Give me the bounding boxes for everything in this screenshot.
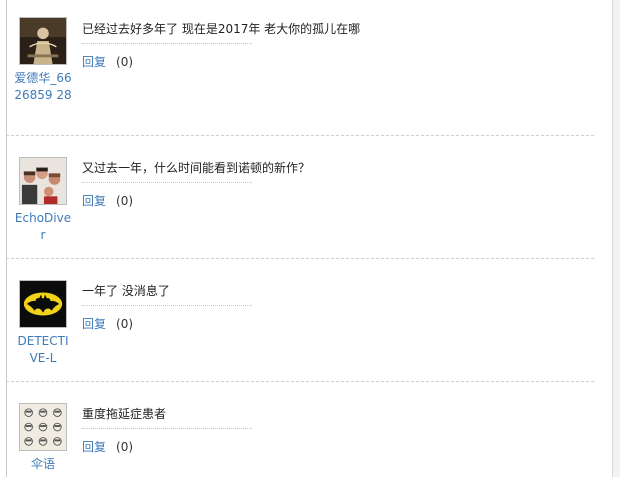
- user-avatar[interactable]: [19, 280, 67, 328]
- reply-link[interactable]: 回复: [82, 55, 106, 69]
- user-avatar[interactable]: [19, 157, 67, 205]
- reply-row: 回复 (0): [82, 438, 133, 455]
- batman-logo-avatar-icon: [20, 281, 66, 327]
- comment-text: 已经过去好多年了 现在是2017年 老大你的孤儿在哪: [82, 22, 361, 36]
- comment-text: 又过去一年，什么时间能看到诺顿的新作？: [82, 161, 311, 175]
- comment-divider: [82, 428, 252, 429]
- comment-divider: [82, 43, 252, 44]
- vertical-scrollbar[interactable]: [612, 0, 620, 477]
- comment-text: 一年了 没消息了: [82, 284, 170, 298]
- username-link[interactable]: 伞语: [14, 456, 72, 473]
- sketch-faces-avatar-icon: [20, 404, 66, 450]
- band-photo-avatar-icon: [20, 158, 66, 204]
- reply-count: (0): [116, 317, 134, 331]
- username-link[interactable]: 爱德华_6626859 28: [14, 70, 72, 104]
- reply-count: (0): [116, 55, 134, 69]
- comment-item: EchoDiver 又过去一年，什么时间能看到诺顿的新作？ 回复 (0): [6, 136, 594, 259]
- comment-item: DETECTIVE-L 一年了 没消息了 回复 (0): [6, 259, 594, 382]
- user-avatar[interactable]: [19, 403, 67, 451]
- comment-item: 爱德华_6626859 28 已经过去好多年了 现在是2017年 老大你的孤儿在…: [6, 0, 594, 136]
- reply-row: 回复 (0): [82, 315, 133, 332]
- comment-divider: [82, 182, 252, 183]
- reply-link[interactable]: 回复: [82, 440, 106, 454]
- movie-poster-avatar-icon: [20, 18, 66, 64]
- username-link[interactable]: EchoDiver: [14, 210, 72, 244]
- reply-link[interactable]: 回复: [82, 194, 106, 208]
- reply-row: 回复 (0): [82, 192, 133, 209]
- user-avatar[interactable]: [19, 17, 67, 65]
- reply-row: 回复 (0): [82, 53, 133, 70]
- reply-link[interactable]: 回复: [82, 317, 106, 331]
- reply-count: (0): [116, 194, 134, 208]
- username-link[interactable]: DETECTIVE-L: [14, 333, 72, 367]
- comment-divider: [82, 305, 252, 306]
- reply-count: (0): [116, 440, 134, 454]
- comment-text: 重度拖延症患者: [82, 407, 167, 421]
- comment-item: 伞语 重度拖延症患者 回复 (0): [6, 382, 594, 477]
